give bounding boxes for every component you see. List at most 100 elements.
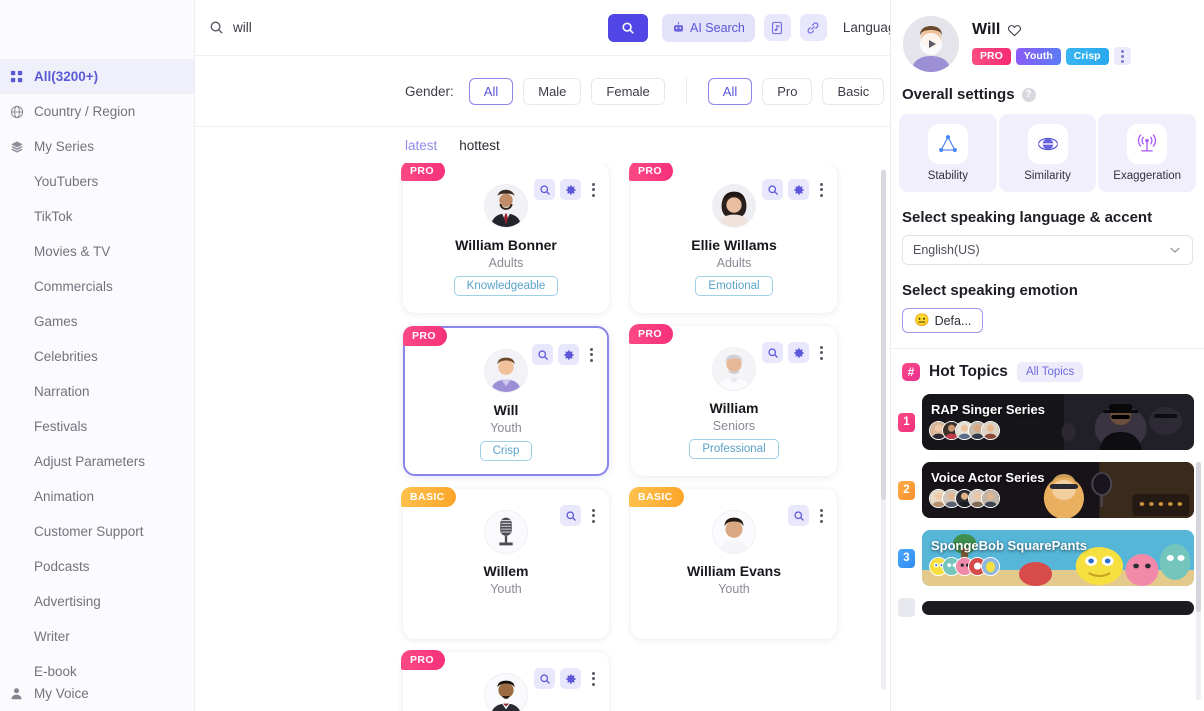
play-icon[interactable] [920, 33, 942, 55]
rank-badge: 3 [898, 548, 915, 568]
sort-tab-hottest[interactable]: hottest [459, 138, 500, 153]
voice-card[interactable]: PRO Ellie Willams Adults Emotional [629, 163, 837, 313]
more-menu-button[interactable] [814, 179, 828, 200]
sidebar-item-customer-support[interactable]: Customer Support [0, 514, 194, 549]
search-button[interactable] [608, 13, 648, 42]
settings-button[interactable] [788, 342, 809, 363]
heart-icon[interactable] [1007, 23, 1022, 38]
sidebar-item-all[interactable]: All(3200+) [0, 59, 194, 94]
voice-card[interactable]: PRO William Seniors Professional [629, 324, 837, 476]
scrollbar-thumb[interactable] [881, 170, 886, 500]
plan-filter-all[interactable]: All [707, 77, 753, 105]
topic-thumbnail[interactable]: SpongeBob SquarePants [922, 530, 1194, 586]
topic-thumbnail[interactable]: RAP Singer Series [922, 394, 1194, 450]
gender-filter-male[interactable]: Male [523, 77, 582, 105]
voice-tag: Crisp [479, 441, 533, 461]
sidebar-item-celebrities[interactable]: Celebrities [0, 339, 194, 374]
speaking-language-select[interactable]: English(US) [902, 235, 1193, 265]
sidebar-item-tiktok[interactable]: TikTok [0, 199, 194, 234]
search-icon [565, 510, 576, 521]
setting-label: Stability [927, 170, 968, 182]
more-menu-button[interactable] [586, 179, 600, 200]
gender-filter-female[interactable]: Female [591, 77, 665, 105]
detail-avatar[interactable] [903, 16, 959, 72]
preview-button[interactable] [762, 342, 783, 363]
sidebar-item-youtubers[interactable]: YouTubers [0, 164, 194, 199]
sidebar-item-advertising[interactable]: Advertising [0, 584, 194, 619]
topic-avatars [929, 489, 1000, 508]
voice-name: Will [493, 402, 519, 418]
plan-filter-pro[interactable]: Pro [762, 77, 813, 105]
setting-similarity[interactable]: Similarity [998, 114, 1097, 192]
detail-more-button[interactable] [1113, 47, 1131, 65]
sidebar-item-festivals[interactable]: Festivals [0, 409, 194, 444]
setting-stability[interactable]: Stability [899, 114, 997, 192]
emotion-chip[interactable]: 😐 Defa... [902, 308, 984, 333]
voice-card[interactable]: PRO William Bonner Adults Knowledgeable [401, 163, 609, 313]
card-tools [762, 342, 828, 363]
setting-exaggeration[interactable]: Exaggeration [1098, 114, 1197, 192]
scrollbar-thumb[interactable] [1196, 462, 1201, 612]
gender-filter-all[interactable]: All [468, 77, 514, 105]
all-topics-button[interactable]: All Topics [1016, 362, 1084, 382]
sidebar-item-movies-tv[interactable]: Movies & TV [0, 234, 194, 269]
more-menu-button[interactable] [814, 505, 828, 526]
topic-item[interactable]: 2 Voice Actor Series [891, 462, 1204, 530]
sidebar-item-narration[interactable]: Narration [0, 374, 194, 409]
preview-button[interactable] [534, 179, 555, 200]
sidebar-item-my-series[interactable]: My Series [0, 129, 194, 164]
emotion-heading: Select speaking emotion [902, 282, 1078, 299]
sidebar-item-commercials[interactable]: Commercials [0, 269, 194, 304]
chip-label: Pro [777, 83, 798, 99]
gear-icon [793, 184, 804, 195]
settings-button[interactable] [788, 179, 809, 200]
plan-filter-basic[interactable]: Basic [822, 77, 885, 105]
voice-card[interactable]: BASIC William Evans Youth [629, 487, 837, 639]
sidebar-item-podcasts[interactable]: Podcasts [0, 549, 194, 584]
audio-upload-button[interactable] [763, 14, 791, 41]
topic-thumbnail[interactable]: Voice Actor Series [922, 462, 1194, 518]
voice-card[interactable]: BASIC Willem Youth [401, 487, 609, 639]
preview-button[interactable] [560, 505, 581, 526]
preview-button[interactable] [534, 668, 555, 689]
voice-age: Adults [716, 256, 752, 270]
topic-item[interactable]: 1 RAP Singer Series [891, 394, 1204, 462]
main-scrollbar[interactable] [881, 170, 886, 690]
settings-button[interactable] [558, 344, 579, 365]
link-button[interactable] [799, 14, 827, 41]
more-menu-button[interactable] [586, 668, 600, 689]
grid-icon [8, 68, 25, 85]
voice-card-selected[interactable]: PRO Will Youth Crisp [403, 326, 609, 476]
topic-item[interactable]: 3 SpongeBob SquarePants [891, 530, 1204, 598]
search-input[interactable] [233, 20, 602, 35]
more-menu-button[interactable] [814, 342, 828, 363]
more-menu-button[interactable] [584, 344, 598, 365]
sidebar-item-writer[interactable]: Writer [0, 619, 194, 654]
voice-tag: Professional [689, 439, 779, 459]
voice-name: William Bonner [455, 237, 557, 253]
sidebar-item-animation[interactable]: Animation [0, 479, 194, 514]
panel-scrollbar[interactable] [1196, 462, 1201, 700]
sidebar-item-country-region[interactable]: Country / Region [0, 94, 194, 129]
settings-button[interactable] [560, 668, 581, 689]
topic-thumbnail[interactable] [922, 600, 1194, 615]
sidebar-item-my-voice[interactable]: My Voice [0, 676, 194, 711]
sidebar-item-adjust-parameters[interactable]: Adjust Parameters [0, 444, 194, 479]
settings-button[interactable] [560, 179, 581, 200]
sort-tab-latest[interactable]: latest [405, 138, 437, 153]
topic-title: Voice Actor Series [931, 470, 1045, 485]
question-icon[interactable]: ? [1021, 87, 1036, 102]
preview-button[interactable] [532, 344, 553, 365]
sidebar-item-label: Commercials [34, 279, 113, 294]
detail-tags: PRO Youth Crisp [972, 47, 1190, 65]
gear-icon [565, 184, 576, 195]
sidebar-item-games[interactable]: Games [0, 304, 194, 339]
more-menu-button[interactable] [586, 505, 600, 526]
voice-card[interactable]: PRO Will Smith Adults Warm [401, 650, 609, 711]
preview-button[interactable] [762, 179, 783, 200]
preview-button[interactable] [788, 505, 809, 526]
detail-tag: Youth [1015, 47, 1061, 65]
ai-search-button[interactable]: AI Search [662, 13, 755, 42]
sidebar-item-label: Narration [34, 384, 90, 399]
topic-item-partial[interactable] [891, 598, 1204, 629]
